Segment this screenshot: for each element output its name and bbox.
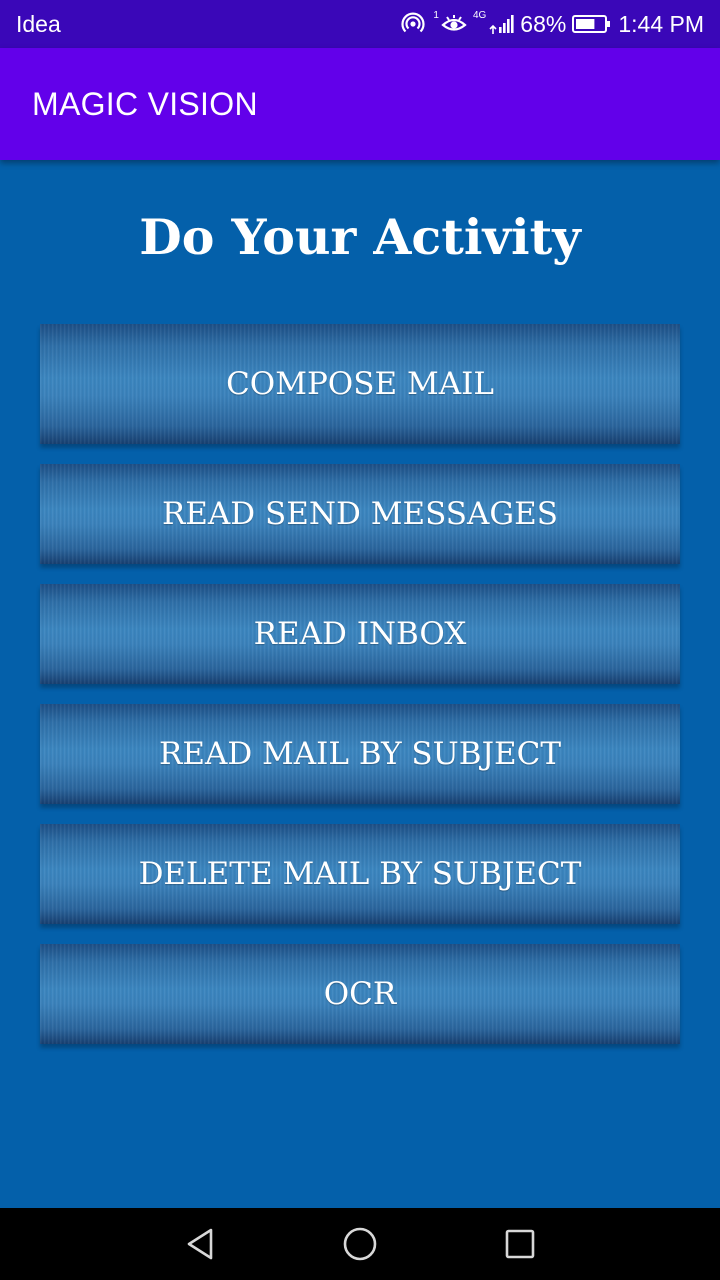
app-bar: MAGIC VISION [0,48,720,160]
read-mail-by-subject-button[interactable]: READ MAIL BY SUBJECT [40,704,680,804]
button-label: COMPOSE MAIL [226,366,494,402]
back-icon[interactable] [180,1224,220,1264]
read-send-messages-button[interactable]: READ SEND MESSAGES [40,464,680,564]
recents-icon[interactable] [500,1224,540,1264]
button-label: DELETE MAIL BY SUBJECT [138,856,582,892]
battery-percent: 68% [520,10,567,37]
ocr-button[interactable]: OCR [40,944,680,1044]
signal-icon [488,13,514,35]
clock: 1:44 PM [618,10,704,37]
hotspot-icon [401,12,427,36]
delete-mail-by-subject-button[interactable]: DELETE MAIL BY SUBJECT [40,824,680,924]
battery-icon [572,14,612,34]
carrier-name: Idea [16,11,61,37]
eye-comfort-icon [441,13,467,35]
read-inbox-button[interactable]: READ INBOX [40,584,680,684]
network-type-label: 4G [472,10,487,21]
status-icons: 1 4G 68% 1:44 PM [401,0,704,48]
hotspot-count: 1 [433,10,439,21]
button-label: READ INBOX [253,616,467,652]
button-label: READ MAIL BY SUBJECT [158,736,562,772]
page-heading: Do Your Activity [139,208,581,266]
battery-fill [576,19,595,29]
home-icon[interactable] [340,1224,380,1264]
compose-mail-button[interactable]: COMPOSE MAIL [40,324,680,444]
button-label: READ SEND MESSAGES [161,496,559,532]
app-title: MAGIC VISION [32,86,258,122]
status-bar: Idea 1 4G 68% 1:44 PM [0,0,720,48]
navigation-bar [0,1208,720,1280]
button-label: OCR [323,976,397,1012]
